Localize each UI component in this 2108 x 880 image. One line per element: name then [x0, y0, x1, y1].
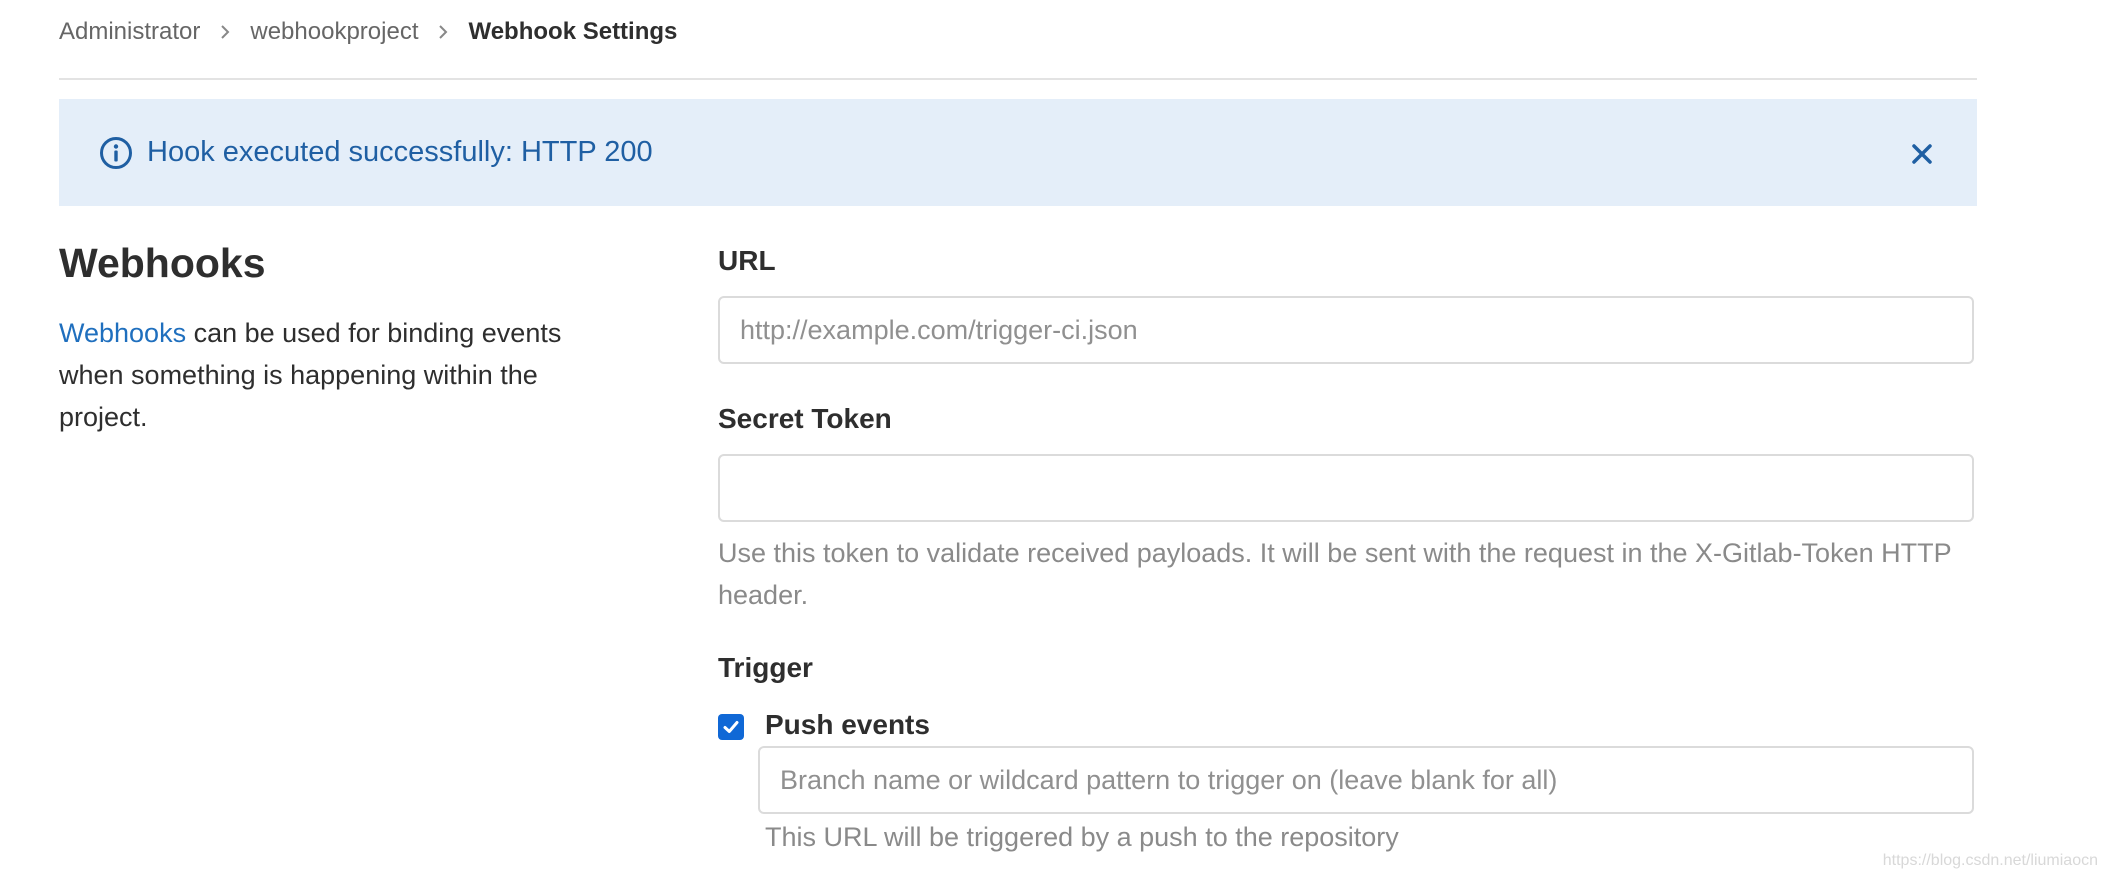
push-events-label[interactable]: Push events: [765, 709, 930, 741]
url-label: URL: [718, 245, 776, 276]
success-alert: Hook executed successfully: HTTP 200: [59, 99, 1977, 206]
chevron-right-icon: [437, 24, 449, 40]
watermark: https://blog.csdn.net/liumiaocn: [1882, 852, 2098, 869]
breadcrumb-item-administrator[interactable]: Administrator: [59, 18, 200, 46]
checkmark-icon: [723, 721, 739, 733]
header-divider: [59, 78, 1977, 80]
secret-token-label: Secret Token: [718, 403, 892, 434]
secret-token-help: Use this token to validate received payl…: [718, 538, 1952, 610]
close-icon[interactable]: [1907, 139, 1937, 169]
secret-token-input[interactable]: [718, 454, 1974, 522]
alert-message: Hook executed successfully: HTTP 200: [147, 136, 653, 168]
section-description: Webhooks can be used for binding events …: [59, 312, 619, 438]
branch-filter-input[interactable]: [758, 746, 1974, 814]
push-events-help: This URL will be triggered by a push to …: [765, 822, 1399, 852]
info-circle-icon: [99, 136, 133, 170]
chevron-right-icon: [219, 24, 231, 40]
breadcrumb-current: Webhook Settings: [468, 18, 678, 45]
breadcrumb: Administrator webhookproject Webhook Set…: [59, 14, 677, 50]
url-input[interactable]: [718, 296, 1974, 364]
push-events-checkbox[interactable]: [718, 714, 744, 740]
webhooks-docs-link[interactable]: Webhooks: [59, 318, 186, 348]
section-title: Webhooks: [59, 240, 266, 286]
breadcrumb-item-project[interactable]: webhookproject: [250, 18, 418, 46]
trigger-label: Trigger: [718, 652, 813, 683]
